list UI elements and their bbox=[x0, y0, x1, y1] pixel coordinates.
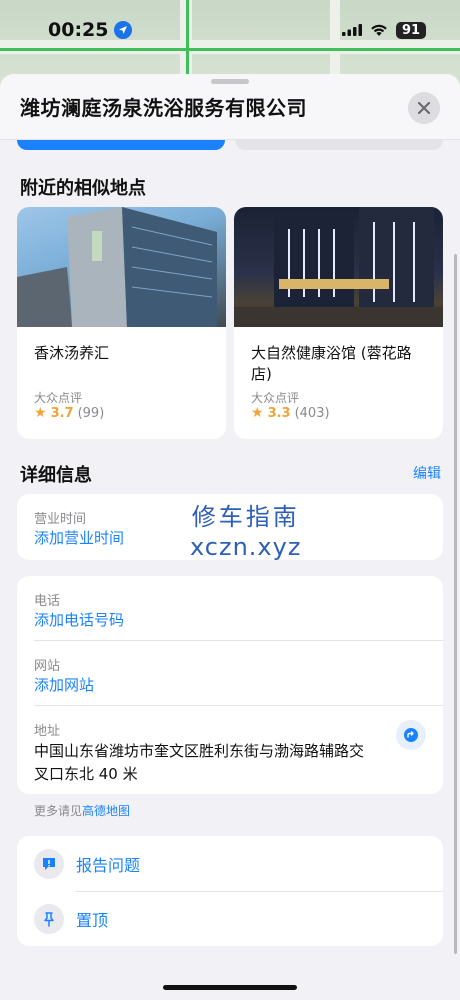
report-icon bbox=[34, 848, 64, 879]
star-icon: ★ bbox=[251, 405, 264, 421]
add-phone-link[interactable]: 添加电话号码 bbox=[34, 609, 124, 630]
wifi-icon bbox=[371, 24, 387, 36]
address-text[interactable]: 中国山东省潍坊市奎文区胜利东街与渤海路辅路交叉口东北 40 米 bbox=[34, 740, 374, 786]
report-issue-label: 报告问题 bbox=[76, 855, 141, 875]
report-issue-row[interactable]: 报告问题 bbox=[17, 836, 443, 891]
place-title: 潍坊澜庭汤泉洗浴服务有限公司 bbox=[20, 96, 307, 120]
rating-count: (99) bbox=[77, 405, 105, 421]
amap-link[interactable]: 高德地图 bbox=[82, 804, 130, 818]
home-indicator[interactable] bbox=[163, 985, 297, 990]
directions-arrow-icon bbox=[404, 728, 418, 742]
star-icon: ★ bbox=[34, 405, 47, 421]
rating-source: 大众点评 bbox=[251, 391, 300, 405]
place-photo bbox=[17, 207, 226, 327]
address-label: 地址 bbox=[34, 724, 61, 739]
watermark: 修车指南 xczn.xyz bbox=[190, 502, 301, 562]
details-heading: 详细信息 bbox=[20, 465, 92, 486]
more-info-line: 更多请见高德地图 bbox=[34, 802, 130, 819]
rating-value: 3.3 bbox=[267, 405, 291, 421]
edit-button[interactable]: 编辑 bbox=[413, 463, 441, 483]
hours-label: 营业时间 bbox=[34, 512, 87, 527]
building-image bbox=[17, 207, 217, 327]
battery-indicator: 91 bbox=[396, 21, 426, 39]
actions-card: 报告问题 置顶 bbox=[17, 836, 443, 946]
rating-source: 大众点评 bbox=[34, 391, 83, 405]
status-time: 00:25 bbox=[48, 19, 133, 41]
pin-row[interactable]: 置顶 bbox=[17, 891, 443, 946]
rating: ★ 3.3 (403) bbox=[251, 405, 330, 421]
rating: ★ 3.7 (99) bbox=[34, 405, 104, 421]
pin-label: 置顶 bbox=[76, 910, 109, 930]
nearby-card-name: 香沐汤养汇 bbox=[34, 344, 110, 362]
rating-value: 3.7 bbox=[50, 405, 74, 421]
sheet-header: 潍坊澜庭汤泉洗浴服务有限公司 bbox=[0, 74, 460, 140]
nearby-card[interactable]: 大自然健康浴馆 (蓉花路店) 大众点评 ★ 3.3 (403) bbox=[234, 207, 443, 439]
phone-label: 电话 bbox=[34, 594, 61, 609]
watermark-line-2: xczn.xyz bbox=[190, 533, 302, 561]
building-image bbox=[234, 207, 443, 327]
place-sheet: 潍坊澜庭汤泉洗浴服务有限公司 附近的相似地点 香沐汤养汇 大众点评 ★ 3.7 … bbox=[0, 74, 460, 1000]
website-label: 网站 bbox=[34, 659, 61, 674]
nearby-heading: 附近的相似地点 bbox=[20, 178, 146, 199]
cellular-signal-icon bbox=[342, 24, 362, 36]
nearby-card[interactable]: 香沐汤养汇 大众点评 ★ 3.7 (99) bbox=[17, 207, 226, 439]
sheet-grabber[interactable] bbox=[211, 79, 249, 84]
contact-card: 电话 添加电话号码 网站 添加网站 地址 中国山东省潍坊市奎文区胜利东街与渤海路… bbox=[17, 576, 443, 794]
divider bbox=[34, 705, 443, 706]
status-time-text: 00:25 bbox=[48, 19, 109, 41]
place-photo bbox=[234, 207, 443, 327]
status-indicators: 91 bbox=[342, 21, 426, 39]
status-bar: 00:25 91 bbox=[0, 0, 460, 60]
close-button[interactable] bbox=[408, 92, 440, 124]
divider bbox=[34, 640, 443, 641]
add-hours-link[interactable]: 添加营业时间 bbox=[34, 527, 124, 548]
watermark-line-1: 修车指南 bbox=[191, 503, 300, 531]
more-info-prefix: 更多请见 bbox=[34, 804, 83, 818]
directions-button[interactable] bbox=[396, 720, 426, 750]
nearby-card-name: 大自然健康浴馆 (蓉花路店) bbox=[251, 344, 412, 383]
rating-count: (403) bbox=[294, 405, 330, 421]
location-arrow-icon bbox=[114, 21, 133, 39]
close-icon bbox=[418, 102, 430, 114]
add-website-link[interactable]: 添加网站 bbox=[34, 674, 94, 695]
scroll-indicator[interactable] bbox=[454, 254, 457, 954]
pin-icon bbox=[34, 903, 64, 934]
